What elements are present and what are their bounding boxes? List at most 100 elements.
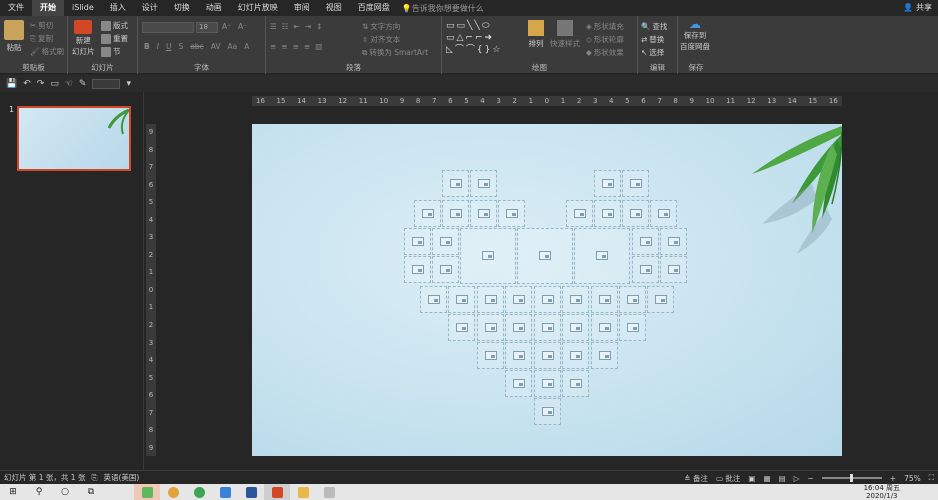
search-icon[interactable]: ⚲ (26, 484, 52, 500)
picture-placeholder[interactable] (477, 342, 504, 369)
slide-thumbnail[interactable] (17, 106, 131, 171)
picture-placeholder[interactable] (660, 256, 687, 283)
shape-outline-button[interactable]: ◇ 形状轮廓 (586, 34, 624, 45)
font-name-field[interactable] (142, 22, 194, 33)
cut-button[interactable]: ✂ 剪切 (30, 20, 53, 31)
tab-view[interactable]: 视图 (318, 0, 350, 16)
copy-button[interactable]: ⎘ 复制 (30, 33, 53, 44)
smartart-button[interactable]: ⧉ 转换为 SmartArt (362, 47, 428, 58)
picture-placeholder[interactable] (591, 286, 618, 313)
present-icon[interactable]: ▭ (50, 79, 59, 89)
picture-placeholder[interactable] (622, 200, 649, 227)
taskbar-app-icon[interactable] (290, 484, 316, 500)
align-right-icon[interactable]: ≡ (293, 42, 299, 51)
touch-icon[interactable]: ☜ (65, 79, 73, 89)
share-button[interactable]: 👤 共享 (903, 0, 932, 16)
grow-font-button[interactable]: A⁺ (222, 22, 231, 31)
select-button[interactable]: ↖ 选择 (641, 47, 664, 58)
picture-placeholder[interactable] (420, 286, 447, 313)
zoom-slider[interactable] (821, 474, 882, 482)
notes-button[interactable]: ≜ 备注 (684, 473, 708, 484)
tab-file[interactable]: 文件 (0, 0, 32, 16)
picture-placeholder[interactable] (619, 286, 646, 313)
taskbar-app-icon[interactable] (264, 484, 290, 500)
taskbar-app-icon[interactable] (160, 484, 186, 500)
picture-placeholder[interactable] (622, 170, 649, 197)
picture-placeholder[interactable] (460, 228, 516, 284)
qat-font-box[interactable] (92, 78, 121, 89)
taskbar-app-icon[interactable] (238, 484, 264, 500)
new-slide-button[interactable]: 新建 幻灯片 (72, 20, 95, 56)
picture-placeholder[interactable] (566, 200, 593, 227)
shapes-gallery[interactable]: ▭▭╲╲⬭ ▭△⌐⌐➜ ◺⌒⌒{}☆ (446, 20, 520, 60)
format-painter-button[interactable]: 🖌 格式刷 (30, 46, 64, 57)
shrink-font-button[interactable]: A⁻ (238, 22, 247, 31)
text-direction-button[interactable]: ⇅ 文字方向 (362, 21, 400, 32)
picture-placeholder[interactable] (505, 370, 532, 397)
customize-qat-icon[interactable]: ▾ (126, 79, 131, 89)
picture-placeholder[interactable] (534, 286, 561, 313)
increase-indent-icon[interactable]: ⇥ (305, 22, 311, 31)
replace-button[interactable]: ⇄ 替换 (641, 34, 664, 45)
shape-fill-button[interactable]: ◈ 形状填充 (586, 21, 624, 32)
tab-islide[interactable]: iSlide (64, 0, 102, 16)
sorter-view-icon[interactable]: ▦ (764, 474, 771, 483)
spacing-icon[interactable]: AV (211, 42, 221, 51)
picture-placeholder[interactable] (432, 256, 459, 283)
tell-me-search[interactable]: 💡 告诉我你想要做什么 (398, 3, 484, 14)
spellcheck-icon[interactable]: ⎘ (85, 473, 97, 483)
picture-placeholder[interactable] (442, 200, 469, 227)
taskbar-app-icon[interactable] (186, 484, 212, 500)
picture-placeholder[interactable] (517, 228, 573, 284)
taskbar-app-icon[interactable] (134, 484, 160, 500)
format-icon[interactable]: ✎ (79, 79, 87, 89)
cortana-icon[interactable]: ○ (52, 484, 78, 500)
picture-placeholder[interactable] (562, 314, 589, 341)
picture-placeholder[interactable] (470, 170, 497, 197)
align-left-icon[interactable]: ≡ (270, 42, 276, 51)
picture-placeholder[interactable] (647, 286, 674, 313)
picture-placeholder[interactable] (477, 286, 504, 313)
section-button[interactable]: 节 (101, 46, 121, 57)
picture-placeholder[interactable] (432, 228, 459, 255)
align-center-icon[interactable]: ≡ (281, 42, 287, 51)
comments-button[interactable]: ▭ 批注 (716, 473, 740, 484)
normal-view-icon[interactable]: ▣ (748, 474, 755, 483)
picture-placeholder[interactable] (591, 342, 618, 369)
picture-placeholder[interactable] (562, 286, 589, 313)
tab-design[interactable]: 设计 (134, 0, 166, 16)
picture-placeholder[interactable] (442, 170, 469, 197)
justify-icon[interactable]: ≡ (304, 42, 310, 51)
tab-baidu[interactable]: 百度网盘 (350, 0, 398, 16)
picture-placeholder[interactable] (632, 256, 659, 283)
picture-placeholder[interactable] (414, 200, 441, 227)
tab-slideshow[interactable]: 幻灯片放映 (230, 0, 286, 16)
picture-placeholder[interactable] (562, 370, 589, 397)
picture-placeholder[interactable] (534, 314, 561, 341)
picture-placeholder[interactable] (477, 314, 504, 341)
redo-icon[interactable]: ↷ (37, 79, 45, 89)
layout-button[interactable]: 版式 (101, 20, 128, 31)
arrange-button[interactable]: 排列 (528, 20, 544, 49)
numbering-icon[interactable]: ☷ (282, 22, 289, 31)
taskbar-app-icon[interactable] (212, 484, 238, 500)
tab-review[interactable]: 审阅 (286, 0, 318, 16)
columns-icon[interactable]: ▥ (315, 42, 322, 51)
save-to-baidu-button[interactable]: ☁ 保存到 百度网盘 (680, 18, 710, 51)
picture-placeholder[interactable] (505, 314, 532, 341)
strikethrough-icon[interactable]: abc (190, 42, 203, 51)
font-size-field[interactable]: 18 (196, 22, 218, 33)
slideshow-view-icon[interactable]: ▷ (794, 474, 800, 483)
picture-placeholder[interactable] (505, 286, 532, 313)
taskbar-clock[interactable]: 16:04 周五 2020/1/3 (864, 484, 900, 500)
picture-placeholder[interactable] (534, 370, 561, 397)
tab-transitions[interactable]: 切换 (166, 0, 198, 16)
picture-placeholder[interactable] (594, 170, 621, 197)
undo-icon[interactable]: ↶ (23, 79, 31, 89)
picture-placeholder[interactable] (619, 314, 646, 341)
picture-placeholder[interactable] (404, 256, 431, 283)
reading-view-icon[interactable]: ▤ (779, 474, 786, 483)
shape-effects-button[interactable]: ◆ 形状效果 (586, 47, 624, 58)
paste-button[interactable]: 粘贴 (4, 20, 24, 53)
align-text-button[interactable]: ⇳ 对齐文本 (362, 34, 400, 45)
